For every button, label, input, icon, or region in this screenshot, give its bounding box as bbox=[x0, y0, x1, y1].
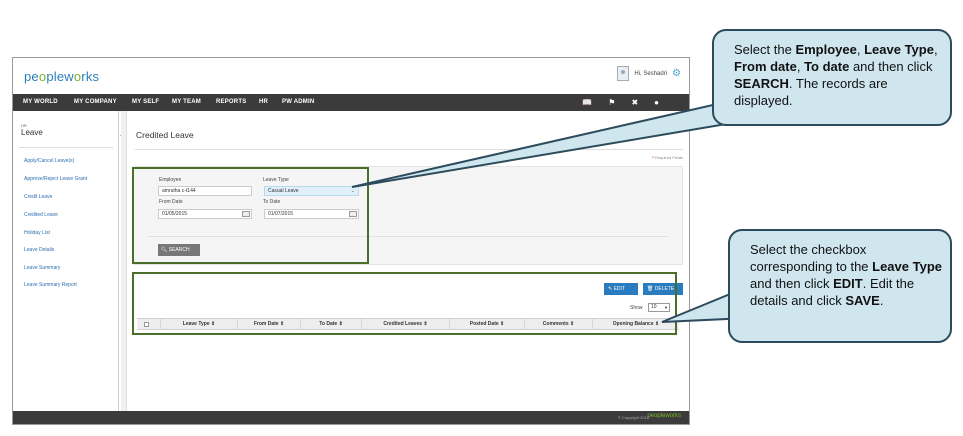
bottom-callout-text: Select the checkbox corresponding to the… bbox=[750, 242, 942, 308]
top-callout: Select the Employee, Leave Type, From da… bbox=[712, 29, 952, 126]
top-callout-text: Select the Employee, Leave Type, From da… bbox=[734, 42, 938, 108]
top-callout-tail bbox=[351, 100, 766, 188]
bottom-callout: Select the checkbox corresponding to the… bbox=[728, 229, 952, 343]
